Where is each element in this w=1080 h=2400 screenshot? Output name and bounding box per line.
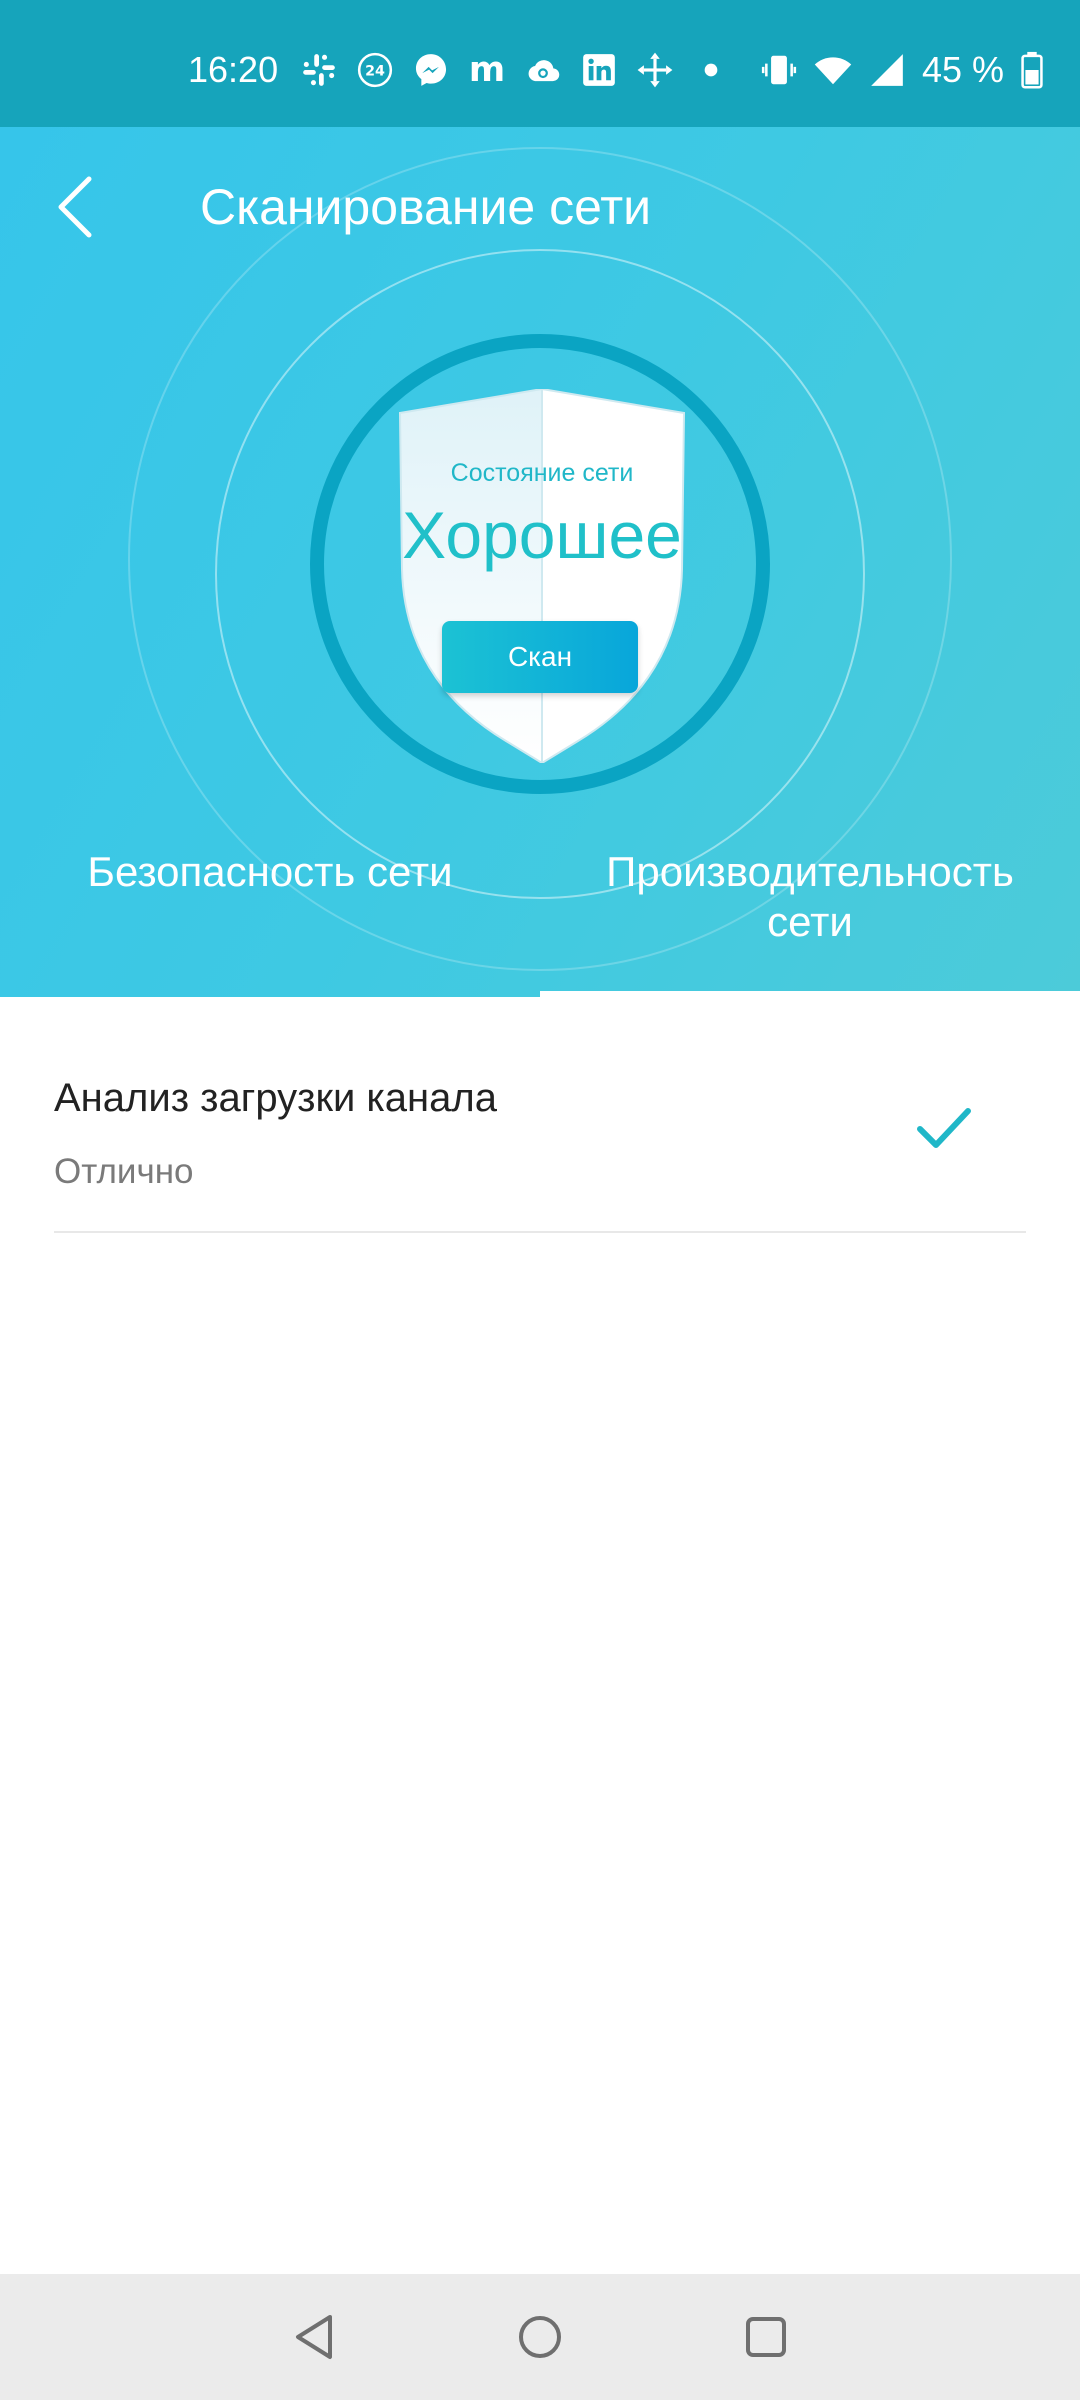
network-state-value: Хорошее <box>402 498 682 572</box>
item-status: Отлично <box>54 1152 194 1191</box>
tab-label: Безопасность сети <box>87 848 453 895</box>
linkedin-icon <box>580 51 618 89</box>
slack-icon <box>300 51 338 89</box>
back-button[interactable] <box>40 167 110 247</box>
cloud-icon <box>524 51 562 89</box>
tab-network-security[interactable]: Безопасность сети <box>0 681 540 997</box>
tab-label: Производительность сети <box>606 848 1014 945</box>
nav-home-icon <box>519 2316 561 2358</box>
signal-icon <box>868 51 906 89</box>
dot-icon <box>692 51 730 89</box>
nav-back-button[interactable] <box>286 2309 342 2365</box>
scan-header: Сканирование сети Состояние сети Хорошее… <box>0 127 1080 997</box>
messenger-icon <box>412 51 450 89</box>
nav-back-icon <box>296 2315 332 2359</box>
nav-home-button[interactable] <box>512 2309 568 2365</box>
tab-network-performance[interactable]: Производительность сети <box>540 681 1080 997</box>
move-icon <box>636 51 674 89</box>
tab-bar: Безопасность сети Производительность сет… <box>0 847 1080 997</box>
navigation-bar <box>0 2274 1080 2400</box>
nav-recents-button[interactable] <box>738 2309 794 2365</box>
status-time: 16:20 <box>188 49 279 90</box>
m-app-icon: m <box>468 51 506 89</box>
svg-text:24: 24 <box>365 64 385 80</box>
news-24-icon: 24 <box>356 51 394 89</box>
battery-percent: 45 % <box>921 49 1004 90</box>
chevron-left-icon <box>58 176 92 238</box>
page-title: Сканирование сети <box>200 179 652 235</box>
check-icon <box>917 1108 971 1148</box>
vibrate-icon <box>760 51 798 89</box>
results-list: Анализ загрузки канала Отлично <box>0 997 1080 1233</box>
battery-icon <box>1020 51 1044 89</box>
item-title: Анализ загрузки канала <box>54 1076 497 1120</box>
notification-icons: 24 m <box>300 48 730 92</box>
status-bar: 16:20 24 m 45 % <box>0 0 1080 127</box>
system-icons: 45 % <box>760 48 1044 92</box>
list-item[interactable]: Анализ загрузки канала Отлично <box>54 997 1026 1233</box>
network-state-label: Состояние сети <box>450 459 634 487</box>
svg-text:m: m <box>469 51 505 89</box>
wifi-icon <box>814 51 852 89</box>
nav-recents-icon <box>746 2317 786 2357</box>
